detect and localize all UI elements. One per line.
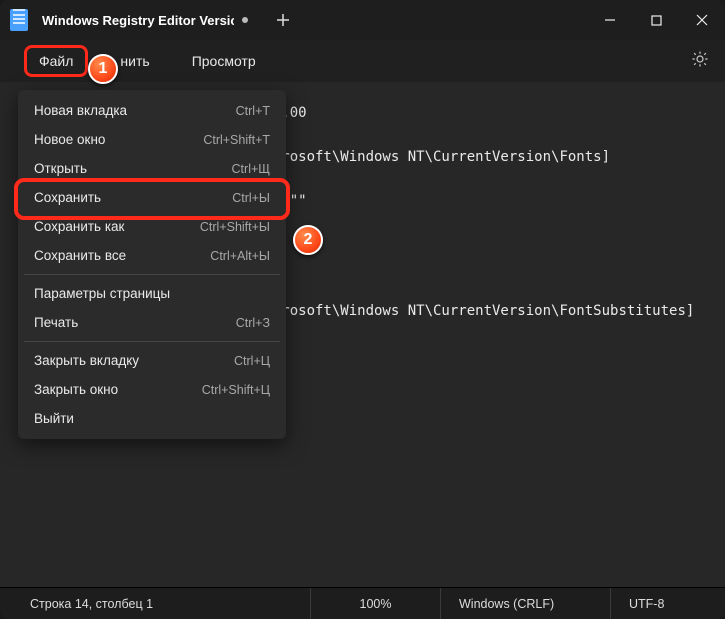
menu-view[interactable]: Просмотр	[182, 47, 266, 75]
menu-item-label: Закрыть окно	[34, 382, 118, 397]
menu-item-label: Новая вкладка	[34, 103, 127, 118]
menu-item-shortcut: Ctrl+Shift+Ц	[202, 383, 270, 397]
menu-item-label: Открыть	[34, 161, 87, 176]
menu-item-shortcut: Ctrl+Ц	[234, 354, 270, 368]
unsaved-dot-icon	[242, 17, 248, 23]
menu-item-label: Выйти	[34, 411, 74, 426]
annotation-badge-1: 1	[88, 54, 118, 84]
menu-item-label: Сохранить	[34, 190, 101, 205]
menu-item-label: Сохранить как	[34, 219, 124, 234]
menu-item-shortcut: Ctrl+Щ	[232, 162, 270, 176]
menu-item-label: Параметры страницы	[34, 286, 170, 301]
menu-item-label: Закрыть вкладку	[34, 353, 139, 368]
menu-save-all[interactable]: Сохранить все Ctrl+Alt+Ы	[18, 241, 286, 270]
titlebar: Windows Registry Editor Version 5.	[0, 0, 725, 40]
statusbar: Строка 14, столбец 1 100% Windows (CRLF)…	[0, 587, 725, 619]
menu-new-window[interactable]: Новое окно Ctrl+Shift+T	[18, 125, 286, 154]
notepad-icon	[10, 9, 28, 31]
status-zoom[interactable]: 100%	[310, 588, 440, 619]
menu-print[interactable]: Печать Ctrl+З	[18, 308, 286, 337]
status-encoding[interactable]: UTF-8	[610, 588, 720, 619]
menu-divider	[24, 274, 280, 275]
minimize-icon	[604, 14, 616, 26]
tab-title: Windows Registry Editor Version 5.	[42, 13, 234, 28]
annotation-badge-2: 2	[293, 225, 323, 255]
menu-item-shortcut: Ctrl+Shift+T	[203, 133, 270, 147]
menu-new-tab[interactable]: Новая вкладка Ctrl+T	[18, 96, 286, 125]
menu-save-as[interactable]: Сохранить как Ctrl+Shift+Ы	[18, 212, 286, 241]
settings-button[interactable]	[691, 50, 709, 71]
new-tab-button[interactable]	[266, 3, 300, 37]
menu-item-shortcut: Ctrl+Alt+Ы	[210, 249, 270, 263]
menu-item-shortcut: Ctrl+Shift+Ы	[200, 220, 270, 234]
minimize-button[interactable]	[587, 0, 633, 40]
status-line-ending[interactable]: Windows (CRLF)	[440, 588, 610, 619]
tab-strip: Windows Registry Editor Version 5.	[10, 0, 587, 40]
menu-open[interactable]: Открыть Ctrl+Щ	[18, 154, 286, 183]
maximize-icon	[651, 15, 662, 26]
menu-item-shortcut: Ctrl+T	[236, 104, 270, 118]
menu-item-label: Сохранить все	[34, 248, 126, 263]
close-icon	[696, 14, 708, 26]
menu-item-shortcut: Ctrl+З	[236, 316, 270, 330]
close-button[interactable]	[679, 0, 725, 40]
menu-item-label: Новое окно	[34, 132, 105, 147]
menu-item-label: Печать	[34, 315, 78, 330]
file-menu-dropdown: Новая вкладка Ctrl+T Новое окно Ctrl+Shi…	[18, 90, 286, 439]
maximize-button[interactable]	[633, 0, 679, 40]
menu-close-window[interactable]: Закрыть окно Ctrl+Shift+Ц	[18, 375, 286, 404]
plus-icon	[276, 13, 290, 27]
menu-close-tab[interactable]: Закрыть вкладку Ctrl+Ц	[18, 346, 286, 375]
menu-file[interactable]: Файл	[24, 45, 88, 77]
menu-page-setup[interactable]: Параметры страницы	[18, 279, 286, 308]
menu-exit[interactable]: Выйти	[18, 404, 286, 433]
status-cursor-position: Строка 14, столбец 1	[0, 588, 310, 619]
menu-divider	[24, 341, 280, 342]
notepad-window: Windows Registry Editor Version 5. Файл …	[0, 0, 725, 619]
menu-item-shortcut: Ctrl+Ы	[232, 191, 270, 205]
document-tab[interactable]: Windows Registry Editor Version 5.	[38, 3, 258, 37]
gear-icon	[691, 50, 709, 68]
window-controls	[587, 0, 725, 40]
menu-save[interactable]: Сохранить Ctrl+Ы	[18, 183, 286, 212]
